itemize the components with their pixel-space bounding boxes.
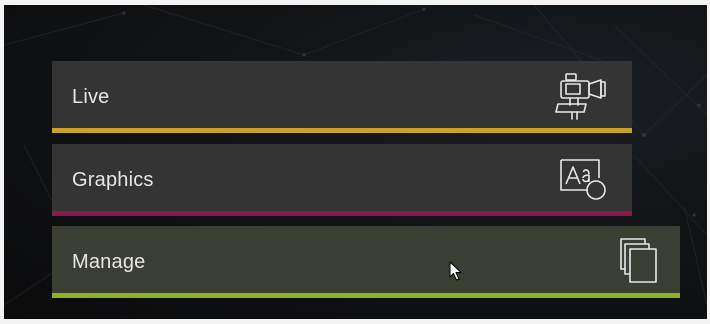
text-shape-icon bbox=[560, 159, 606, 200]
stacked-pages-icon bbox=[620, 238, 657, 283]
menu-item-live[interactable]: Live bbox=[52, 61, 632, 133]
launcher-background: Live Graphics Manage bbox=[4, 5, 707, 319]
menu-item-label: Live bbox=[72, 86, 110, 108]
accent-bar bbox=[52, 128, 632, 133]
accent-bar bbox=[52, 211, 632, 216]
video-camera-icon bbox=[555, 73, 606, 120]
menu-item-label: Graphics bbox=[72, 169, 154, 191]
menu-item-graphics[interactable]: Graphics bbox=[52, 144, 632, 216]
mouse-pointer-icon bbox=[449, 261, 462, 281]
menu-item-label: Manage bbox=[72, 251, 146, 273]
menu-item-manage[interactable]: Manage bbox=[52, 226, 680, 298]
accent-bar bbox=[52, 293, 680, 298]
